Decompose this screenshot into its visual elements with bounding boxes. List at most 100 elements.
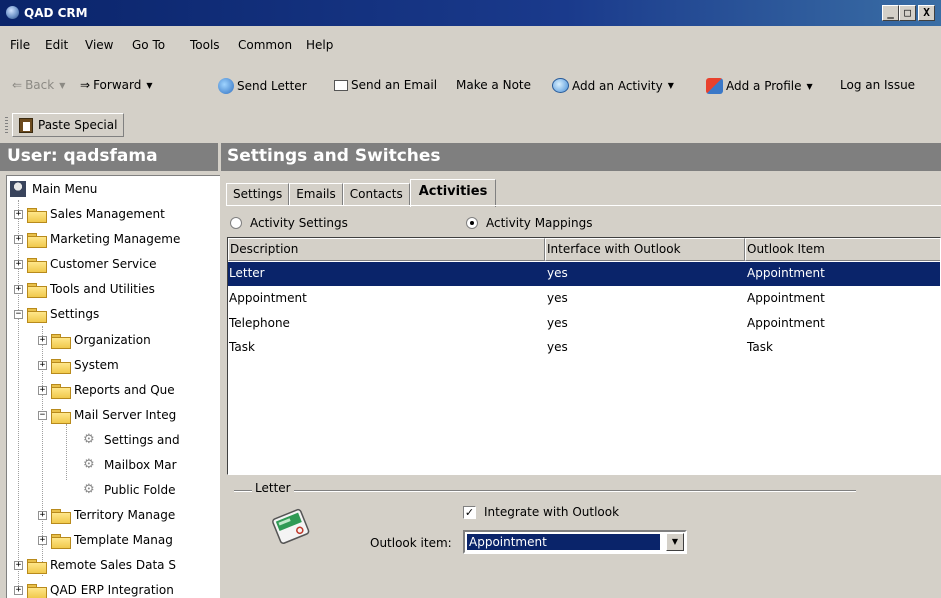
menu-go-to[interactable]: Go To [132, 38, 165, 52]
expand-icon[interactable]: + [14, 234, 23, 244]
column-header-description[interactable]: Description [228, 238, 545, 261]
close-button[interactable]: X [918, 5, 935, 21]
chevron-down-icon: ▼ [667, 81, 674, 90]
dropdown-arrow-icon[interactable]: ▼ [666, 533, 684, 551]
column-header-interface[interactable]: Interface with Outlook [545, 238, 745, 261]
tree-item-mail-server-integration[interactable]: − Mail Server Integ [38, 404, 176, 426]
menu-tools[interactable]: Tools [190, 38, 220, 52]
menu-common[interactable]: Common [238, 38, 292, 52]
toolbar-grip[interactable] [5, 117, 8, 133]
tree-item-settings-and-switches[interactable]: ⚙ Settings and [83, 429, 180, 451]
table-row[interactable]: Telephone yes Appointment [228, 312, 940, 336]
folder-icon [27, 558, 47, 574]
tree-item-qad-erp-integration[interactable]: + QAD ERP Integration [14, 579, 174, 598]
tree-item-settings[interactable]: − Settings [14, 303, 99, 325]
table-row[interactable]: Task yes Task [228, 336, 940, 360]
back-button[interactable]: ⇐ Back ▼ [12, 78, 65, 92]
tree-item-system[interactable]: + System [38, 354, 119, 376]
tree-item-tools-and-utilities[interactable]: + Tools and Utilities [14, 278, 155, 300]
collapse-icon[interactable]: − [14, 309, 23, 319]
paste-special-button[interactable]: Paste Special [12, 113, 125, 137]
menu-view[interactable]: View [85, 38, 113, 52]
user-icon [10, 181, 26, 197]
expand-icon[interactable]: + [38, 385, 47, 395]
expand-icon[interactable]: + [38, 335, 47, 345]
tree-item-territory-management[interactable]: + Territory Manage [38, 504, 175, 526]
gear-icon: ⚙ [83, 432, 95, 447]
outlook-item-select[interactable]: Appointment ▼ [463, 530, 687, 554]
column-header-outlook-item[interactable]: Outlook Item [745, 238, 940, 261]
chevron-down-icon: ▼ [806, 81, 813, 91]
folder-icon [51, 358, 71, 374]
radio-unchecked[interactable] [230, 217, 242, 229]
expand-icon[interactable]: + [14, 259, 23, 269]
expand-icon[interactable]: + [14, 284, 23, 294]
menu-file[interactable]: File [10, 38, 30, 52]
title-bar: QAD CRM _ □ X [0, 0, 941, 26]
outlook-item-value: Appointment [466, 533, 661, 551]
expand-icon[interactable]: + [14, 585, 23, 595]
tab-settings[interactable]: Settings [226, 183, 290, 205]
menu-edit[interactable]: Edit [45, 38, 68, 52]
groupbox-label: Letter [252, 481, 294, 495]
radio-checked[interactable] [466, 217, 478, 229]
activity-mappings-grid[interactable]: Description Interface with Outlook Outlo… [227, 237, 941, 475]
tree-item-organization[interactable]: + Organization [38, 329, 151, 351]
tree-item-sales-management[interactable]: + Sales Management [14, 203, 165, 225]
page-title: Settings and Switches [221, 143, 941, 171]
add-activity-button[interactable]: Add an Activity ▼ [552, 78, 674, 93]
table-row[interactable]: Letter yes Appointment [228, 262, 940, 286]
activity-settings-radio[interactable]: Activity Settings [230, 216, 348, 230]
checkbox-checked-icon[interactable]: ✓ [463, 505, 476, 519]
tree-item-marketing-management[interactable]: + Marketing Manageme [14, 228, 180, 250]
window-title: QAD CRM [24, 6, 88, 20]
tree-item-main-menu[interactable]: Main Menu [10, 178, 97, 200]
forward-arrow-icon: ⇒ [80, 78, 91, 92]
tree-item-customer-service[interactable]: + Customer Service [14, 253, 156, 275]
activity-mappings-radio[interactable]: Activity Mappings [466, 216, 592, 230]
add-profile-button[interactable]: Add a Profile ▼ [706, 78, 813, 94]
expand-icon[interactable]: + [14, 560, 23, 570]
secondary-toolbar: Paste Special [0, 108, 941, 140]
tree-item-remote-sales-data[interactable]: + Remote Sales Data S [14, 554, 176, 576]
folder-icon [51, 333, 71, 349]
expand-icon[interactable]: + [38, 510, 47, 520]
send-letter-button[interactable]: Send Letter [218, 78, 307, 94]
folder-icon [27, 232, 47, 248]
minimize-button[interactable]: _ [882, 5, 899, 21]
menu-bar: File Edit View Go To Tools Common Help [0, 38, 941, 58]
collapse-icon[interactable]: − [38, 410, 47, 420]
chevron-down-icon: ▼ [59, 80, 66, 90]
cell-outlook-item: Task [747, 340, 773, 354]
tab-activities[interactable]: Activities [409, 179, 497, 207]
forward-button[interactable]: ⇒ Forward ▼ [80, 78, 152, 92]
tree-item-template-management[interactable]: + Template Manag [38, 529, 173, 551]
menu-help[interactable]: Help [306, 38, 333, 52]
tab-contacts[interactable]: Contacts [342, 183, 410, 205]
settings-tabs: Settings Emails Contacts Activities [226, 179, 497, 207]
tree-item-reports-and-queries[interactable]: + Reports and Que [38, 379, 175, 401]
cell-description: Task [229, 340, 255, 354]
cell-outlook-item: Appointment [747, 316, 825, 330]
cell-outlook-item: Appointment [747, 266, 825, 280]
expand-icon[interactable]: + [38, 360, 47, 370]
folder-icon [27, 307, 47, 323]
cell-interface: yes [547, 340, 568, 354]
navigation-tree[interactable]: Main Menu + Sales Management + Marketing… [6, 175, 220, 598]
log-issue-button[interactable]: Log an Issue [840, 78, 915, 92]
expand-icon[interactable]: + [38, 535, 47, 545]
tab-emails[interactable]: Emails [289, 183, 343, 205]
send-email-button[interactable]: Send an Email [334, 78, 437, 92]
table-row[interactable]: Appointment yes Appointment [228, 287, 940, 311]
integrate-with-outlook-checkbox[interactable]: ✓ Integrate with Outlook [463, 505, 619, 519]
grid-header: Description Interface with Outlook Outlo… [228, 238, 940, 261]
folder-icon [51, 383, 71, 399]
expand-icon[interactable]: + [14, 209, 23, 219]
email-icon [334, 79, 348, 91]
tree-item-mailbox-management[interactable]: ⚙ Mailbox Mar [83, 454, 177, 476]
maximize-button[interactable]: □ [899, 5, 916, 21]
tree-item-public-folders[interactable]: ⚙ Public Folde [83, 479, 175, 501]
gear-icon: ⚙ [83, 457, 95, 472]
folder-icon [51, 533, 71, 549]
make-note-button[interactable]: Make a Note [456, 78, 531, 92]
